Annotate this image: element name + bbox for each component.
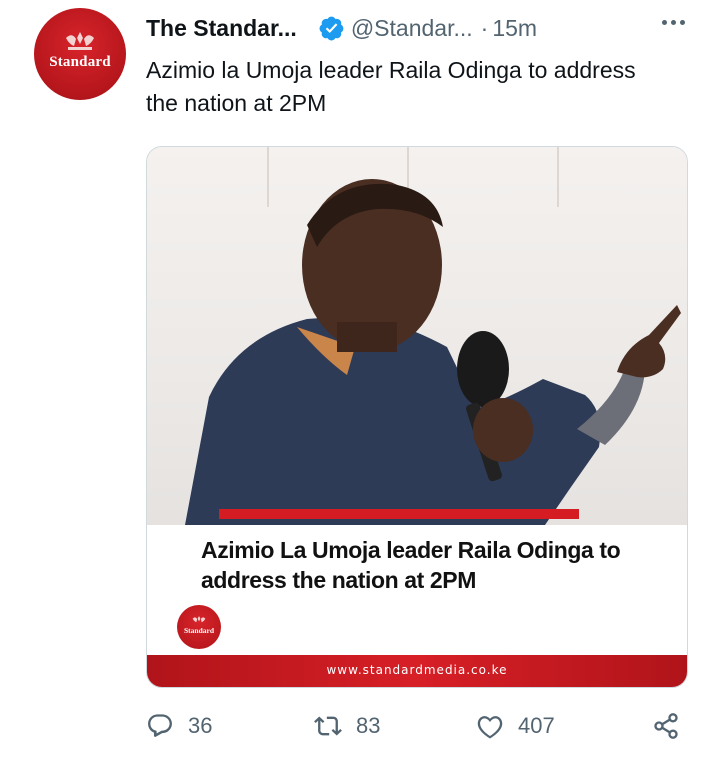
- tweet-actions: 36 83 407: [146, 712, 686, 752]
- speaker-illustration: [185, 179, 681, 525]
- like-button[interactable]: 407: [476, 712, 555, 740]
- coat-of-arms-icon: [66, 31, 94, 50]
- avatar-label: Standard: [49, 53, 111, 70]
- display-name[interactable]: The Standar...: [146, 15, 297, 42]
- like-count: 407: [518, 713, 555, 738]
- coat-of-arms-icon: [192, 615, 206, 623]
- share-icon: [654, 713, 678, 739]
- media-url: www.standardmedia.co.ke: [326, 663, 508, 677]
- profile-avatar[interactable]: Standard: [34, 8, 126, 100]
- user-handle[interactable]: @Standar...: [351, 15, 473, 42]
- retweet-button[interactable]: 83: [314, 712, 380, 740]
- tweet-header: The Standar... @Standar... · 15m: [146, 12, 537, 44]
- separator-dot: ·: [480, 14, 489, 41]
- reply-icon: [148, 714, 172, 737]
- share-button[interactable]: [652, 712, 680, 740]
- headline-accent-bar: [219, 509, 579, 519]
- retweet-count: 83: [356, 713, 381, 738]
- retweet-icon: [314, 716, 342, 736]
- photo-image: [147, 147, 687, 525]
- media-headline: Azimio La Umoja leader Raila Odinga to a…: [201, 537, 621, 593]
- tweet-timestamp[interactable]: 15m: [492, 15, 537, 42]
- media-card[interactable]: Azimio La Umoja leader Raila Odinga to a…: [146, 146, 688, 688]
- heart-icon: [477, 716, 503, 739]
- media-footer: www.standardmedia.co.ke: [147, 655, 687, 687]
- standard-logo: Standard: [177, 605, 221, 649]
- reply-button[interactable]: 36: [146, 712, 212, 740]
- more-options-icon[interactable]: [662, 20, 685, 25]
- reply-count: 36: [188, 713, 213, 738]
- verified-badge-icon: [319, 16, 344, 41]
- logo-label: Standard: [183, 626, 214, 635]
- tweet-text: Azimio la Umoja leader Raila Odinga to a…: [146, 57, 636, 116]
